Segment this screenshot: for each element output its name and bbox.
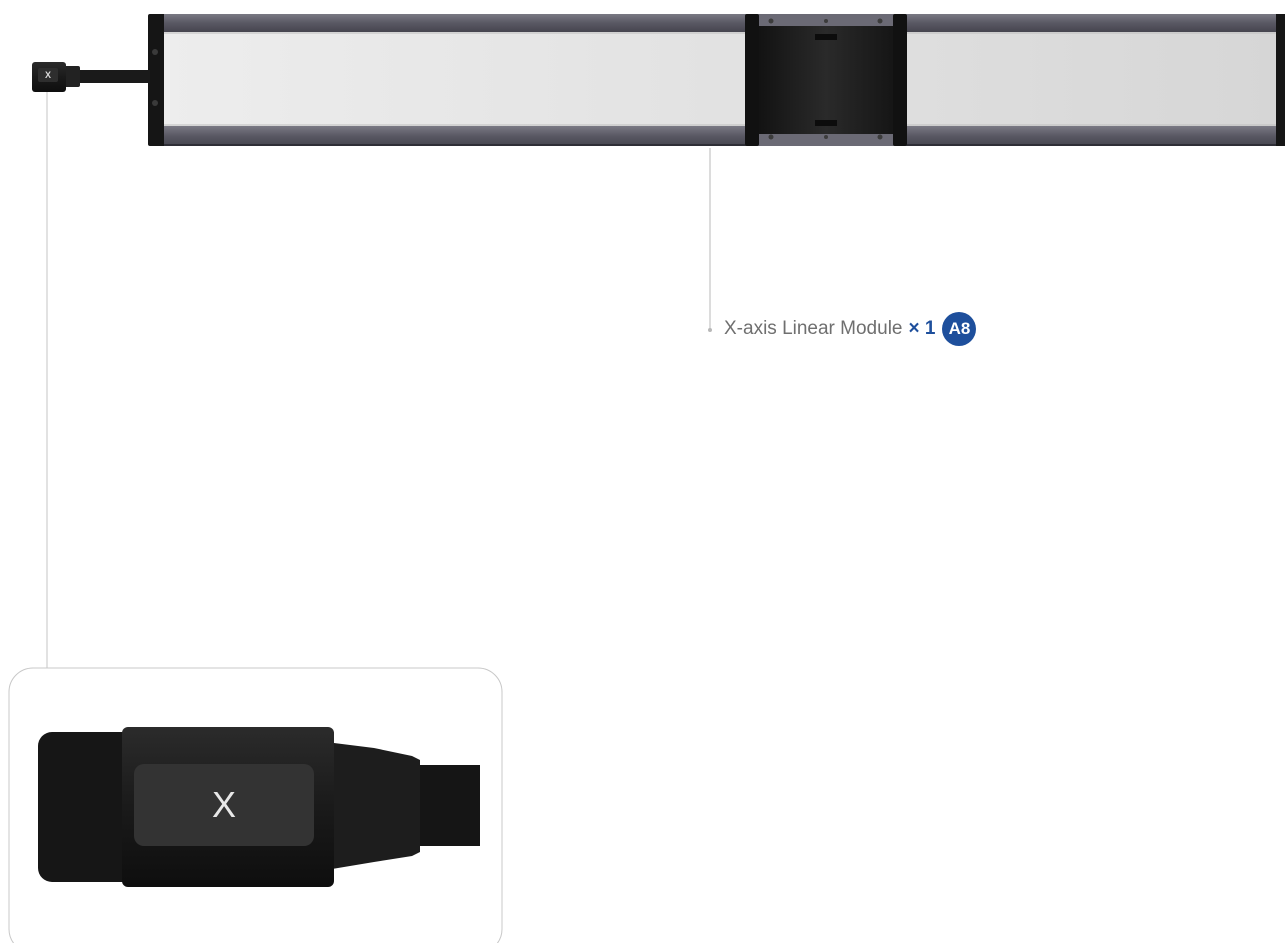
rail-top-frame: [164, 14, 1285, 32]
rail-end-cap-left: [148, 14, 166, 146]
carriage-screw: [877, 18, 883, 24]
carriage-screw: [877, 134, 883, 140]
carriage-screw: [824, 135, 828, 139]
inset-connector-label: X: [211, 784, 236, 825]
carriage-screw: [768, 18, 774, 24]
carriage-side-right: [893, 14, 907, 146]
carriage-body: [757, 26, 895, 134]
rail-end-cap-right: [1276, 14, 1285, 146]
carriage-screw: [768, 134, 774, 140]
carriage: [745, 14, 907, 146]
rail-panel: [164, 32, 1285, 126]
end-cap-screw: [152, 49, 158, 55]
carriage-clip: [815, 34, 837, 40]
x-axis-linear-module: [148, 14, 1285, 146]
inset-flat-cable: [420, 765, 480, 846]
rail-bottom-frame: [164, 126, 1285, 146]
carriage-side-left: [745, 14, 759, 146]
module-callout: X-axis Linear Module × 1 A8: [724, 312, 977, 346]
carriage-clip: [815, 120, 837, 126]
carriage-screw: [824, 19, 828, 23]
cable: [70, 70, 150, 83]
end-cap-screw: [152, 100, 158, 106]
part-quantity: × 1: [908, 318, 936, 339]
part-name: X-axis Linear Module: [724, 318, 903, 339]
leader-lines: [46, 92, 712, 668]
part-code-badge: A8: [942, 312, 977, 346]
leader-line-dot: [708, 328, 712, 332]
inset-strain-relief: [326, 742, 420, 870]
small-connector-label: X: [44, 70, 51, 80]
